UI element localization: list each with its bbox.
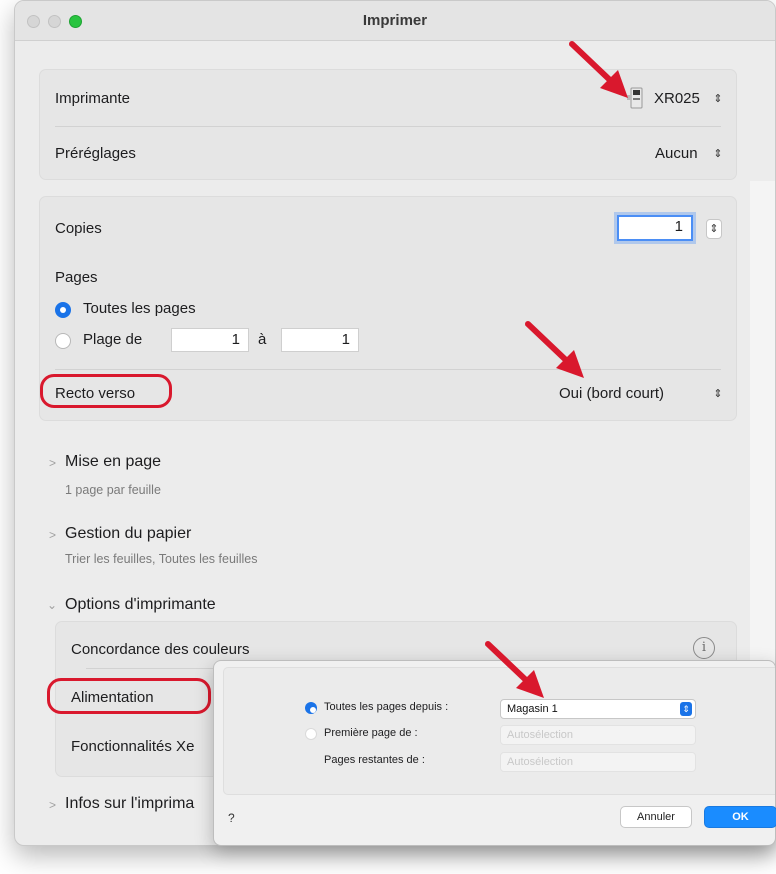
color-matching-item[interactable]: Concordance des couleurs: [71, 641, 249, 658]
copies-label: Copies: [55, 220, 102, 237]
red-arrow: [525, 321, 584, 378]
range-from-field[interactable]: 1: [171, 328, 249, 352]
info-icon[interactable]: i: [693, 637, 715, 659]
layout-section-summary: 1 page par feuille: [65, 483, 161, 497]
cancel-button[interactable]: Annuler: [620, 806, 692, 828]
all-pages-from-label[interactable]: Toutes les pages depuis :: [324, 701, 448, 713]
remaining-pages-label: Pages restantes de :: [324, 754, 425, 766]
ok-button[interactable]: OK: [704, 806, 776, 828]
duplex-popup[interactable]: Oui (bord court): [559, 385, 664, 402]
presets-popup[interactable]: Aucun: [655, 145, 698, 162]
disclosure-chevron-icon[interactable]: ⌄: [47, 598, 57, 612]
remaining-pages-source-select: Autosélection: [500, 752, 696, 772]
title-bar: Imprimer: [15, 1, 775, 41]
presets-label: Préréglages: [55, 145, 136, 162]
red-arrow: [569, 41, 628, 98]
printer-info-title[interactable]: Infos sur l'imprima: [65, 795, 194, 813]
all-pages-label[interactable]: Toutes les pages: [83, 300, 196, 317]
page-range-label[interactable]: Plage de: [83, 331, 142, 348]
all-pages-from-radio[interactable]: [305, 702, 317, 714]
printer-popup[interactable]: XR025: [654, 90, 700, 107]
printer-label: Imprimante: [55, 90, 131, 107]
printer-options-title[interactable]: Options d'imprimante: [65, 596, 216, 614]
first-page-label[interactable]: Première page de :: [324, 727, 418, 739]
chevron-updown-icon[interactable]: ⇕: [710, 146, 726, 162]
chevron-updown-icon[interactable]: ⇕: [680, 702, 692, 716]
xerox-features-item[interactable]: Fonctionnalités Xe: [71, 738, 194, 755]
copies-field[interactable]: 1: [617, 215, 693, 241]
paper-section-summary: Trier les feuilles, Toutes les feuilles: [65, 552, 258, 566]
chevron-updown-icon[interactable]: ⇕: [710, 91, 726, 107]
layout-section-title[interactable]: Mise en page: [65, 453, 161, 471]
disclosure-chevron-icon[interactable]: >: [49, 798, 56, 812]
paper-section-title[interactable]: Gestion du papier: [65, 525, 191, 543]
first-page-radio[interactable]: [305, 728, 317, 740]
range-to-field[interactable]: 1: [281, 328, 359, 352]
disclosure-chevron-icon[interactable]: >: [49, 456, 56, 470]
divider: [55, 126, 721, 127]
page-range-radio[interactable]: [55, 333, 71, 349]
window-title: Imprimer: [362, 12, 428, 29]
first-page-source-select: Autosélection: [500, 725, 696, 745]
range-to-label: à: [258, 331, 267, 348]
copies-stepper[interactable]: ⇕: [706, 219, 722, 239]
annotation-oval-feed: [47, 678, 211, 714]
chevron-updown-icon[interactable]: ⇕: [710, 386, 726, 402]
disclosure-chevron-icon[interactable]: >: [49, 528, 56, 542]
red-arrow: [485, 641, 544, 698]
all-pages-radio[interactable]: [55, 302, 71, 318]
pages-label: Pages: [55, 269, 98, 286]
help-button[interactable]: ?: [228, 811, 235, 825]
divider: [55, 369, 721, 370]
annotation-oval-duplex: [40, 374, 172, 408]
